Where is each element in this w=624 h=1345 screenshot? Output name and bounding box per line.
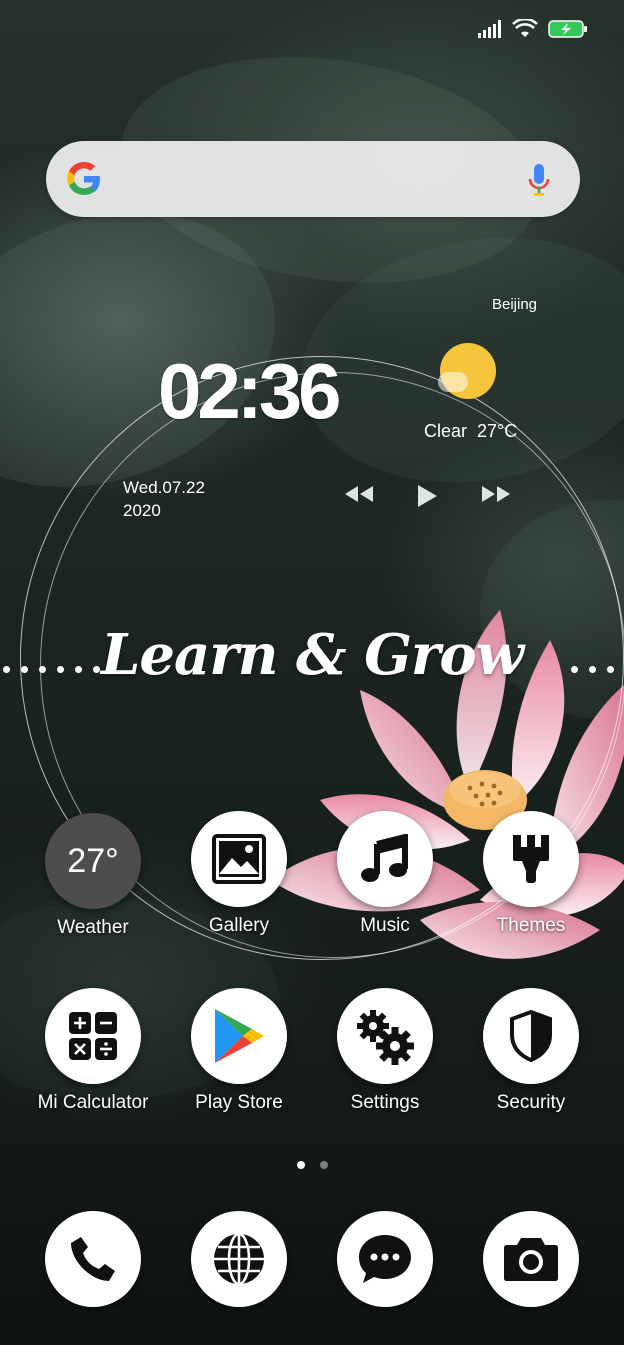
play-icon[interactable] <box>416 484 438 508</box>
camera-icon <box>504 1238 558 1281</box>
music-note-icon <box>361 834 408 882</box>
google-search-bar[interactable] <box>46 141 580 217</box>
messaging-icon <box>359 1235 411 1283</box>
app-label: Security <box>496 1092 566 1113</box>
date-line2: 2020 <box>123 501 161 520</box>
clock-date: Wed.07.22 2020 <box>123 476 205 522</box>
dock-browser[interactable] <box>191 1211 287 1307</box>
rewind-icon[interactable] <box>344 484 374 504</box>
weather-condition: Clear 27°C <box>424 421 517 442</box>
gears-icon <box>357 1010 414 1065</box>
date-line1: Wed.07.22 <box>123 478 205 497</box>
app-settings[interactable]: Settings <box>312 988 458 1114</box>
page-dot-active <box>297 1161 305 1169</box>
microphone-icon[interactable] <box>528 162 550 198</box>
app-label: Gallery <box>208 915 270 936</box>
google-logo-icon <box>67 162 100 195</box>
app-weather[interactable]: 27° Weather <box>20 813 166 939</box>
app-label: Mi Calculator <box>37 1092 149 1113</box>
battery-charging-icon <box>548 20 587 38</box>
app-play-store[interactable]: Play Store <box>166 988 312 1114</box>
dock-phone[interactable] <box>45 1211 141 1307</box>
cloud-icon <box>438 372 468 392</box>
app-label: Settings <box>350 1092 420 1113</box>
app-mi-calculator[interactable]: Mi Calculator <box>20 988 166 1114</box>
weather-icon[interactable]: 27° <box>45 813 141 909</box>
clock-time[interactable]: 02:36 <box>158 346 341 437</box>
page-indicator <box>297 1161 328 1169</box>
fast-forward-icon[interactable] <box>481 484 511 504</box>
weather-city: Beijing <box>492 296 538 313</box>
app-security[interactable]: Security <box>458 988 604 1114</box>
app-label: Play Store <box>195 1092 283 1113</box>
app-label: Weather <box>57 917 129 938</box>
app-label: Themes <box>496 915 566 936</box>
app-music[interactable]: Music <box>312 811 458 937</box>
app-gallery[interactable]: Gallery <box>166 811 312 937</box>
page-dot <box>320 1161 328 1169</box>
app-label: Music <box>360 915 410 936</box>
condition-text: Clear <box>424 421 468 441</box>
browser-globe-icon <box>214 1232 264 1286</box>
temperature-text: 27°C <box>477 421 518 441</box>
brush-icon <box>513 835 549 883</box>
app-themes[interactable]: Themes <box>458 811 604 937</box>
dock-messaging[interactable] <box>337 1211 433 1307</box>
status-bar <box>478 14 588 44</box>
signal-icon <box>478 20 501 38</box>
wifi-icon <box>512 19 538 37</box>
play-store-icon <box>215 1009 264 1063</box>
dock-camera[interactable] <box>483 1211 579 1307</box>
shield-icon <box>510 1010 552 1062</box>
calculator-icon <box>69 1012 117 1060</box>
phone-icon <box>71 1237 115 1281</box>
slogan-text: Learn & Grow <box>101 622 524 688</box>
image-icon <box>212 834 266 884</box>
